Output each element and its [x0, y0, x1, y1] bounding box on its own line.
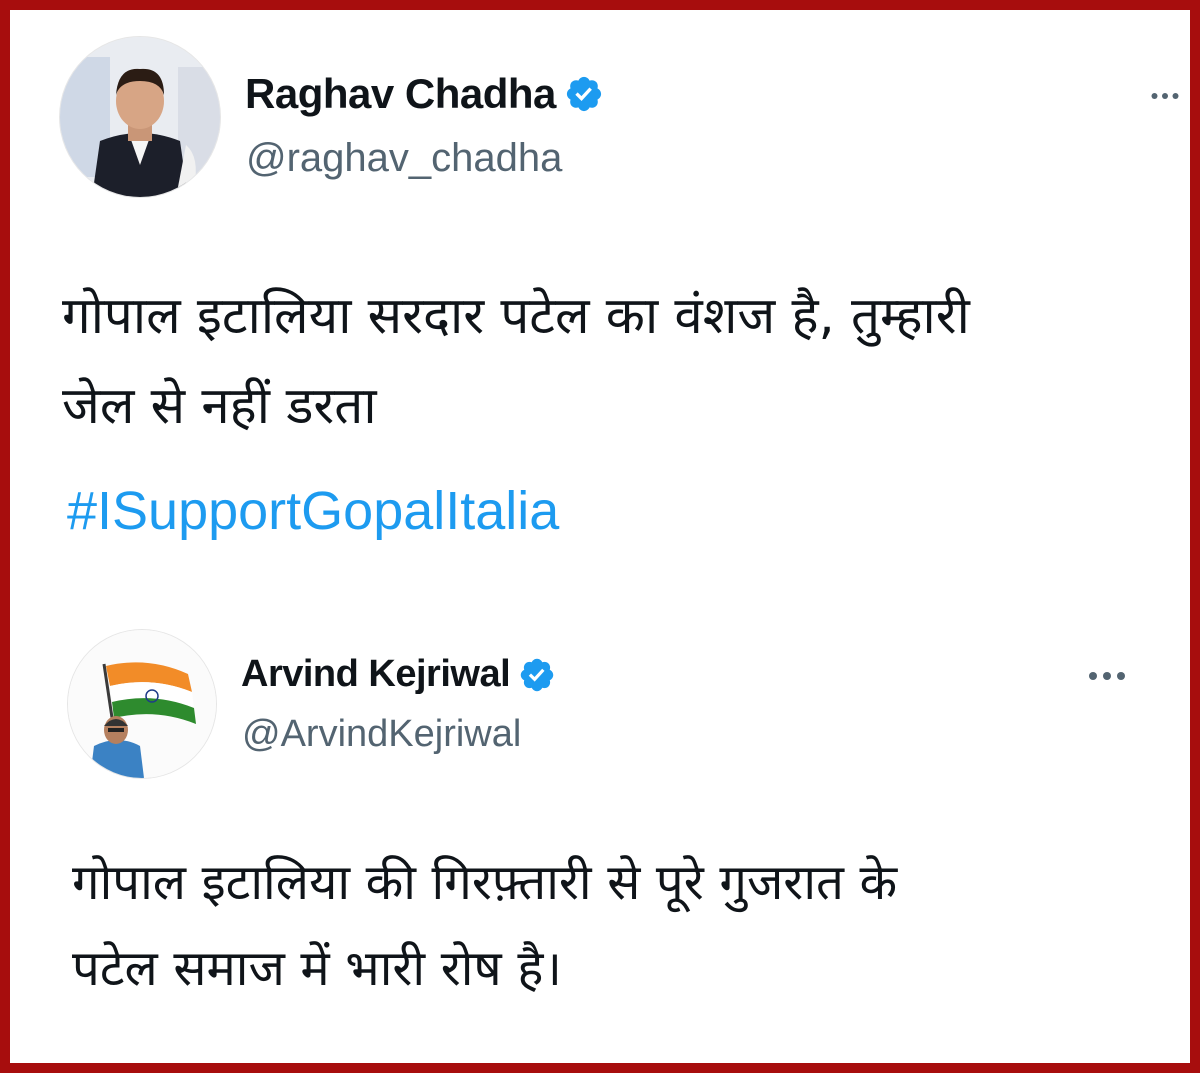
more-options-icon[interactable] — [1150, 88, 1180, 104]
profile-photo-icon — [60, 37, 220, 197]
author-name-row: Raghav Chadha — [245, 70, 604, 118]
image-frame: Raghav Chadha @raghav_chadha गोपाल इटालि… — [0, 0, 1200, 1073]
avatar[interactable] — [68, 630, 216, 778]
tweet-card: Raghav Chadha @raghav_chadha गोपाल इटालि… — [10, 10, 1190, 600]
profile-photo-icon — [68, 630, 216, 778]
tweet-text-line: पटेल समाज में भारी रोष है। — [72, 940, 562, 997]
tweet-text-line: जेल से नहीं डरता — [62, 377, 377, 436]
tweet-text-line: गोपाल इटालिया सरदार पटेल का वंशज है, तुम… — [62, 287, 970, 346]
author-name-row: Arvind Kejriwal — [241, 653, 556, 696]
tweet-text: गोपाल इटालिया की गिरफ़्तारी से पूरे गुजर… — [72, 840, 1132, 1012]
tweet-text-line: गोपाल इटालिया की गिरफ़्तारी से पूरे गुजर… — [72, 854, 898, 911]
more-options-icon[interactable] — [1087, 668, 1127, 684]
hashtag-link[interactable]: #ISupportGopalItalia — [67, 480, 559, 542]
author-handle[interactable]: @raghav_chadha — [246, 136, 562, 181]
tweet-text: गोपाल इटालिया सरदार पटेल का वंशज है, तुम… — [62, 272, 1187, 452]
author-handle[interactable]: @ArvindKejriwal — [242, 713, 521, 756]
avatar[interactable] — [60, 37, 220, 197]
author-name[interactable]: Raghav Chadha — [245, 70, 556, 118]
author-name[interactable]: Arvind Kejriwal — [241, 653, 511, 696]
verified-badge-icon — [564, 74, 604, 114]
verified-badge-icon — [518, 656, 556, 694]
tweet-card: Arvind Kejriwal @ArvindKejriwal गोपाल इट… — [10, 610, 1190, 1063]
